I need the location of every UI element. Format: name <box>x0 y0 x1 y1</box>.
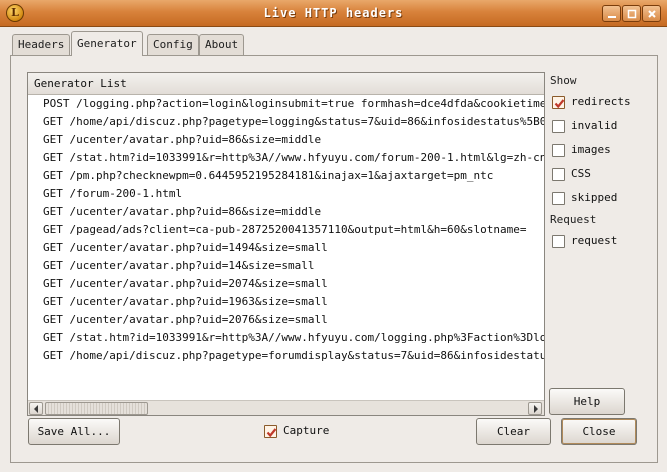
list-item[interactable]: GET /ucenter/avatar.php?uid=2074&size=sm… <box>28 275 544 293</box>
css-checkbox[interactable] <box>552 168 565 181</box>
live-http-headers-window: L Live HTTP headers Headers Generator Co… <box>0 0 667 472</box>
tab-headers[interactable]: Headers <box>12 34 71 55</box>
images-checkbox[interactable] <box>552 144 565 157</box>
tab-generator[interactable]: Generator <box>71 31 143 56</box>
clear-button[interactable]: Clear <box>476 418 551 445</box>
scrollbar-thumb[interactable] <box>45 402 148 415</box>
title-bar[interactable]: L Live HTTP headers <box>0 0 667 27</box>
horizontal-scrollbar[interactable] <box>28 400 544 415</box>
list-item[interactable]: GET /stat.htm?id=1033991&r=http%3A//www.… <box>28 329 544 347</box>
list-item[interactable]: GET /ucenter/avatar.php?uid=2076&size=sm… <box>28 311 544 329</box>
tab-config[interactable]: Config <box>147 34 199 55</box>
checkmark-icon <box>266 428 277 438</box>
minimize-icon <box>608 16 616 18</box>
generator-list-rows[interactable]: POST /logging.php?action=login&loginsubm… <box>28 95 544 399</box>
request-label: request <box>571 234 618 247</box>
list-item[interactable]: GET /ucenter/avatar.php?uid=86&size=midd… <box>28 203 544 221</box>
css-label: CSS <box>571 167 591 180</box>
list-item[interactable]: GET /ucenter/avatar.php?uid=1494&size=sm… <box>28 239 544 257</box>
list-item[interactable]: GET /ucenter/avatar.php?uid=86&size=midd… <box>28 131 544 149</box>
list-item[interactable]: GET /forum-200-1.html <box>28 185 544 203</box>
arrow-right-icon <box>534 405 538 413</box>
skipped-checkbox[interactable] <box>552 192 565 205</box>
capture-label: Capture <box>283 424 330 437</box>
close-icon <box>648 10 656 18</box>
invalid-checkbox[interactable] <box>552 120 565 133</box>
images-label: images <box>571 143 611 156</box>
scroll-right-button[interactable] <box>528 402 542 415</box>
list-item[interactable]: GET /home/api/discuz.php?pagetype=forumd… <box>28 347 544 365</box>
redirects-label: redirects <box>571 95 631 108</box>
generator-list[interactable]: Generator List POST /logging.php?action=… <box>27 72 545 416</box>
checkmark-icon <box>554 99 565 109</box>
show-section-label: Show <box>550 74 577 87</box>
skipped-label: skipped <box>571 191 618 204</box>
close-window-button[interactable] <box>642 5 661 22</box>
request-section-label: Request <box>550 213 597 226</box>
scroll-left-button[interactable] <box>29 402 43 415</box>
list-item[interactable]: GET /home/api/discuz.php?pagetype=loggin… <box>28 113 544 131</box>
minimize-button[interactable] <box>602 5 621 22</box>
save-all-button[interactable]: Save All... <box>28 418 120 445</box>
list-item[interactable]: GET /pagead/ads?client=ca-pub-2872520041… <box>28 221 544 239</box>
tab-about[interactable]: About <box>199 34 245 55</box>
list-item[interactable]: POST /logging.php?action=login&loginsubm… <box>28 95 544 113</box>
maximize-button[interactable] <box>622 5 641 22</box>
list-item[interactable]: GET /ucenter/avatar.php?uid=1963&size=sm… <box>28 293 544 311</box>
list-item[interactable]: GET /stat.htm?id=1033991&r=http%3A//www.… <box>28 149 544 167</box>
help-button[interactable]: Help <box>549 388 625 415</box>
list-item[interactable]: GET /ucenter/avatar.php?uid=14&size=smal… <box>28 257 544 275</box>
request-checkbox[interactable] <box>552 235 565 248</box>
maximize-icon <box>627 9 637 19</box>
generator-list-header[interactable]: Generator List <box>28 73 544 95</box>
list-item[interactable]: GET /pm.php?checknewpm=0.644595219528418… <box>28 167 544 185</box>
close-button[interactable]: Close <box>561 418 637 445</box>
window-title: Live HTTP headers <box>263 6 404 20</box>
invalid-label: invalid <box>571 119 618 132</box>
arrow-left-icon <box>34 405 38 413</box>
capture-checkbox[interactable] <box>264 425 277 438</box>
redirects-checkbox[interactable] <box>552 96 565 109</box>
